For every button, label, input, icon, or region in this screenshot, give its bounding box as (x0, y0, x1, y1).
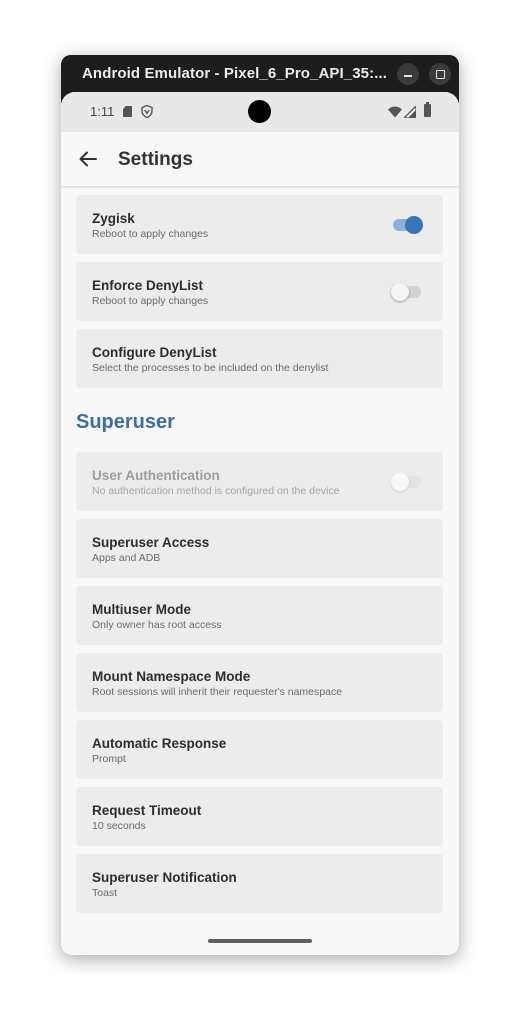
setting-enforce-denylist[interactable]: Enforce DenyList Reboot to apply changes (76, 262, 443, 321)
battery-icon (424, 102, 431, 117)
minimize-icon (404, 75, 412, 77)
setting-zygisk[interactable]: Zygisk Reboot to apply changes (76, 195, 443, 254)
setting-subtitle: No authentication method is configured o… (92, 485, 340, 497)
setting-subtitle: 10 seconds (92, 820, 146, 832)
toggle-thumb (391, 473, 409, 491)
setting-title: Enforce DenyList (92, 278, 204, 293)
signal-icon (404, 106, 416, 118)
maximize-button[interactable] (429, 63, 451, 85)
toggle-thumb (405, 216, 423, 234)
shield-icon (141, 105, 153, 118)
setting-subtitle: Only owner has root access (92, 619, 222, 631)
setting-title: Mount Namespace Mode (92, 669, 251, 684)
status-time: 1:11 (90, 104, 115, 119)
setting-title: Zygisk (92, 211, 135, 226)
setting-subtitle: Toast (92, 887, 118, 899)
home-indicator[interactable] (208, 939, 312, 943)
sd-card-icon (123, 106, 132, 117)
setting-title: Request Timeout (92, 803, 202, 818)
wifi-icon (388, 106, 402, 118)
zygisk-toggle[interactable] (391, 215, 423, 235)
setting-user-authentication: User Authentication No authentication me… (76, 452, 443, 511)
enforce-denylist-toggle[interactable] (391, 282, 423, 302)
setting-subtitle: Prompt (92, 753, 126, 765)
page-title: Settings (118, 149, 193, 170)
back-arrow-icon[interactable] (78, 149, 98, 169)
setting-subtitle: Select the processes to be included on t… (92, 362, 329, 374)
setting-title: Superuser Notification (92, 870, 237, 885)
toggle-thumb (391, 283, 409, 301)
setting-title: Superuser Access (92, 535, 210, 550)
emulator-window: Android Emulator - Pixel_6_Pro_API_35:..… (61, 55, 459, 955)
setting-subtitle: Reboot to apply changes (92, 295, 209, 307)
window-titlebar: Android Emulator - Pixel_6_Pro_API_35:..… (61, 55, 459, 92)
setting-title: Configure DenyList (92, 345, 217, 360)
setting-title: Multiuser Mode (92, 602, 192, 617)
setting-superuser-notification[interactable]: Superuser Notification Toast (76, 854, 443, 913)
setting-title: User Authentication (92, 468, 220, 483)
status-bar: 1:11 (61, 92, 459, 132)
minimize-button[interactable] (397, 63, 419, 85)
setting-title: Automatic Response (92, 736, 227, 751)
setting-configure-denylist[interactable]: Configure DenyList Select the processes … (76, 329, 443, 388)
setting-superuser-access[interactable]: Superuser Access Apps and ADB (76, 519, 443, 578)
setting-subtitle: Root sessions will inherit their request… (92, 686, 343, 698)
user-authentication-toggle (391, 472, 423, 492)
app-bar: Settings (61, 132, 459, 187)
device-screen: 1:11 Settings Zygisk Reboot to apply cha… (61, 92, 459, 955)
setting-subtitle: Apps and ADB (92, 552, 161, 564)
setting-multiuser-mode[interactable]: Multiuser Mode Only owner has root acces… (76, 586, 443, 645)
setting-request-timeout[interactable]: Request Timeout 10 seconds (76, 787, 443, 846)
setting-automatic-response[interactable]: Automatic Response Prompt (76, 720, 443, 779)
settings-list: Zygisk Reboot to apply changes Enforce D… (61, 187, 459, 955)
maximize-icon (435, 69, 445, 79)
setting-mount-namespace-mode[interactable]: Mount Namespace Mode Root sessions will … (76, 653, 443, 712)
setting-subtitle: Reboot to apply changes (92, 228, 209, 240)
section-header-superuser: Superuser (76, 411, 175, 433)
window-title: Android Emulator - Pixel_6_Pro_API_35:..… (82, 65, 388, 82)
camera-cutout (248, 100, 271, 123)
